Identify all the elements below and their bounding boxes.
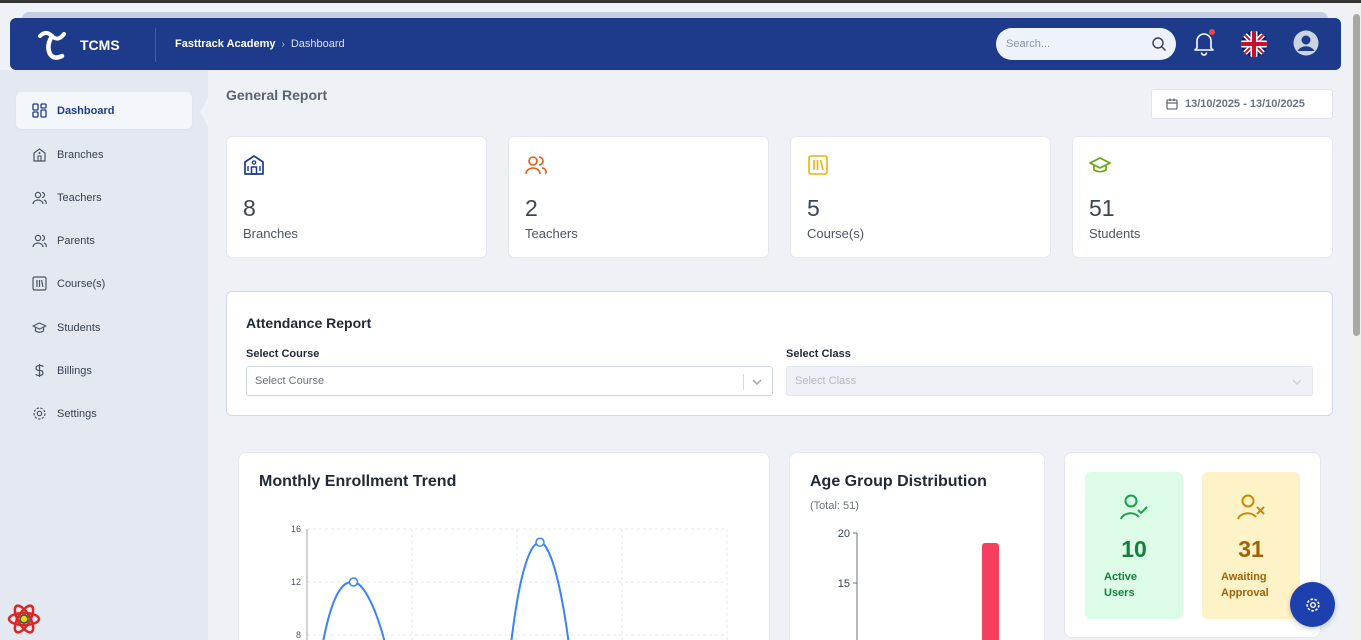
sidebar-item-parents[interactable]: Parents <box>16 222 192 259</box>
sidebar-item-dashboard[interactable]: Dashboard <box>16 92 192 129</box>
course-select-placeholder: Select Course <box>255 375 325 387</box>
user-avatar-icon[interactable] <box>1293 30 1319 56</box>
sidebar-item-label: Billings <box>57 364 92 377</box>
class-select[interactable]: Select Class <box>786 366 1313 396</box>
users-icon <box>525 156 547 175</box>
awaiting-approval-tile[interactable]: 31 Awaiting Approval <box>1202 472 1300 619</box>
enrollment-point <box>535 537 545 547</box>
stat-value: 5 <box>807 195 820 221</box>
enrollment-title: Monthly Enrollment Trend <box>259 473 457 490</box>
class-select-placeholder: Select Class <box>795 375 857 387</box>
date-range-value: 13/10/2025 - 13/10/2025 <box>1185 98 1305 110</box>
user-check-icon <box>1120 494 1148 520</box>
users-icon <box>32 191 47 205</box>
search-input[interactable] <box>996 28 1136 60</box>
notification-dot <box>1209 29 1215 35</box>
sidebar-item-label: Teachers <box>57 191 102 204</box>
stat-value: 8 <box>243 195 256 221</box>
class-field-label: Select Class <box>786 348 851 360</box>
age-total: (Total: 51) <box>810 500 859 512</box>
attendance-title: Attendance Report <box>246 315 372 331</box>
sidebar-item-label: Course(s) <box>57 277 106 290</box>
gear-icon <box>33 407 46 420</box>
logo-icon[interactable] <box>36 28 70 62</box>
enrollment-chart: 16 12 8 <box>291 524 728 640</box>
dollar-icon <box>35 364 44 377</box>
stat-label: Students <box>1089 226 1141 241</box>
age-chart-card: Age Group Distribution (Total: 51) 20 15 <box>789 452 1045 640</box>
active-users-value: 10 <box>1121 536 1147 562</box>
brand-name[interactable]: TCMS <box>80 37 120 53</box>
course-select[interactable]: Select Course <box>246 366 773 396</box>
user-x-icon <box>1237 494 1265 520</box>
active-users-label: Active Users <box>1104 571 1138 599</box>
y-tick-label: 12 <box>291 577 301 587</box>
attendance-report-card: Attendance Report Select Course Select C… <box>226 291 1333 416</box>
graduation-cap-icon <box>1089 157 1111 173</box>
y-tick-label: 16 <box>291 524 301 534</box>
course-field-label: Select Course <box>246 348 320 360</box>
breadcrumb-current: Dashboard <box>290 38 345 50</box>
stat-value: 51 <box>1089 195 1115 221</box>
y-tick-label: 8 <box>296 630 301 640</box>
breadcrumb: Fasttrack Academy › Dashboard <box>175 38 345 50</box>
books-icon <box>32 276 47 291</box>
breadcrumb-root[interactable]: Fasttrack Academy <box>175 38 275 50</box>
y-tick-label: 20 <box>838 528 850 540</box>
uk-flag-icon[interactable] <box>1241 31 1267 57</box>
enrollment-series-line <box>322 541 570 640</box>
sidebar-item-teachers[interactable]: Teachers <box>16 179 192 216</box>
books-icon <box>808 155 828 175</box>
header-divider <box>155 28 156 62</box>
sidebar-item-branches[interactable]: Branches <box>16 136 192 173</box>
sidebar-item-label: Settings <box>57 407 97 420</box>
chevron-down-icon <box>1292 379 1302 385</box>
stat-card-students[interactable]: 51 Students <box>1072 136 1333 258</box>
sidebar-item-label: Branches <box>57 148 104 161</box>
stat-label: Teachers <box>525 226 578 241</box>
react-devtools-icon[interactable] <box>7 602 41 636</box>
sidebar-item-students[interactable]: Students <box>16 309 192 346</box>
awaiting-approval-value: 31 <box>1238 536 1264 562</box>
y-tick-label: 15 <box>838 578 850 590</box>
stat-label: Course(s) <box>807 226 865 241</box>
building-icon <box>244 155 264 175</box>
chevron-right-icon: › <box>281 38 285 50</box>
sidebar-item-courses[interactable]: Course(s) <box>16 265 192 302</box>
grid-icon <box>32 103 47 118</box>
calendar-icon <box>1166 98 1178 110</box>
sidebar-active-notch <box>200 98 208 126</box>
enrollment-point <box>348 577 359 587</box>
age-bar <box>982 543 999 640</box>
search-icon[interactable] <box>1151 36 1167 52</box>
sidebar-item-label: Students <box>57 321 101 334</box>
active-users-tile[interactable]: 10 Active Users <box>1085 472 1183 619</box>
awaiting-approval-label: Awaiting Approval <box>1221 571 1269 599</box>
graduation-cap-icon <box>32 322 47 333</box>
sidebar-item-billings[interactable]: Billings <box>16 352 192 389</box>
age-chart: 2015 <box>838 528 999 640</box>
sidebar-item-settings[interactable]: Settings <box>16 395 192 432</box>
stat-card-teachers[interactable]: 2 Teachers <box>508 136 769 258</box>
date-range-picker[interactable]: 13/10/2025 - 13/10/2025 <box>1151 89 1333 119</box>
age-title: Age Group Distribution <box>810 473 987 490</box>
page-title: General Report <box>226 87 328 103</box>
search-box <box>996 28 1176 60</box>
settings-fab-button[interactable] <box>1290 582 1335 627</box>
top-header: TCMS Fasttrack Academy › Dashboard <box>10 18 1341 70</box>
stat-card-branches[interactable]: 8 Branches <box>226 136 487 258</box>
building-icon <box>33 148 46 162</box>
users-icon <box>32 234 47 248</box>
sidebar-item-label: Dashboard <box>57 104 115 117</box>
gear-icon <box>1305 597 1320 612</box>
stat-card-courses[interactable]: 5 Course(s) <box>790 136 1051 258</box>
stat-label: Branches <box>243 226 298 241</box>
scrollbar-thumb[interactable] <box>1353 14 1360 336</box>
sidebar-item-label: Parents <box>57 234 95 247</box>
window-top-strip <box>0 0 1361 3</box>
enrollment-chart-card: Monthly Enrollment Trend 16 12 8 <box>238 452 770 640</box>
select-divider <box>743 374 744 390</box>
chevron-down-icon[interactable] <box>751 376 763 388</box>
stat-value: 2 <box>525 195 538 221</box>
